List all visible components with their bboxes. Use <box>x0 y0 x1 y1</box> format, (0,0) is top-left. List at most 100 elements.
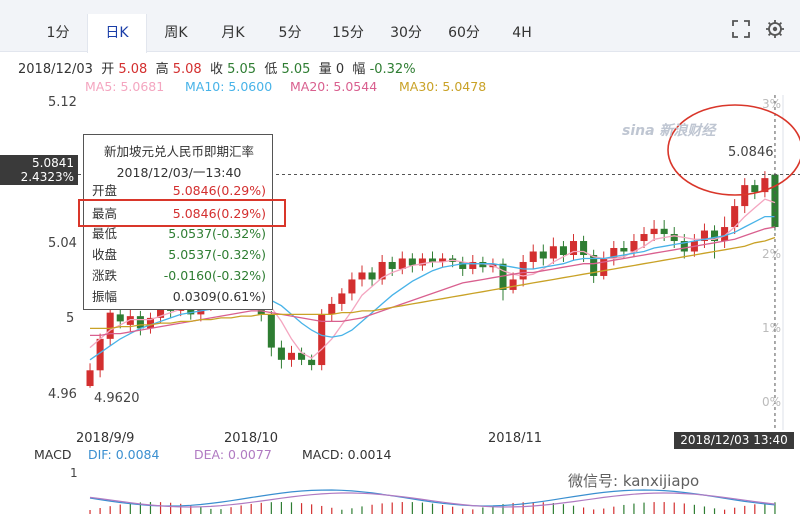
candle-body <box>529 251 537 262</box>
last-price-label: 5.0846 <box>728 145 774 160</box>
tab-weekly-k[interactable]: 周K <box>148 14 204 52</box>
candle-body <box>348 279 356 294</box>
candle-body <box>549 246 557 259</box>
wechat-watermark: 微信号: kanxijiapo <box>568 472 700 490</box>
tooltip-row-change: 涨跌 -0.0160(-0.32%) <box>92 266 268 286</box>
candle-body <box>287 352 296 360</box>
candle-body <box>650 228 658 235</box>
candle-body <box>620 248 628 252</box>
macd-dea: DEA: 0.0077 <box>194 447 272 462</box>
candle-body <box>388 261 396 269</box>
candle-body <box>338 293 346 304</box>
crosshair-price-tag: 5.0841 2.4323% <box>0 155 78 185</box>
x-tick-label: 2018/10 <box>224 431 279 446</box>
ma10-legend: MA10: 5.0600 <box>185 79 273 94</box>
candle-body <box>751 185 759 193</box>
info-high-label: 高 <box>155 62 169 77</box>
y-tick-label: 5 <box>66 311 75 326</box>
y-tick-label: 5.12 <box>48 95 77 110</box>
tooltip-row-label: 振幅 <box>92 289 118 304</box>
tooltip-row-label: 收盘 <box>92 247 118 262</box>
tooltip-row-close: 收盘 5.0537(-0.32%) <box>92 245 268 265</box>
settings-icon[interactable] <box>764 18 786 40</box>
tab-60min[interactable]: 60分 <box>436 14 492 52</box>
candle-body <box>509 279 517 290</box>
candle-body <box>328 303 336 315</box>
candle-body <box>136 316 144 329</box>
candle-body <box>86 370 94 387</box>
macd-dif-line <box>89 489 776 507</box>
candle-body <box>539 251 547 259</box>
info-close-value: 5.05 <box>227 62 257 77</box>
candle-body <box>559 246 567 255</box>
candle-body <box>106 312 114 339</box>
tooltip-row-label: 最低 <box>92 226 118 241</box>
candle-body <box>398 258 406 269</box>
candle-body <box>519 261 527 280</box>
pct-tick-label: 2% <box>762 247 782 261</box>
ma5-legend: MA5: 5.0681 <box>85 79 165 94</box>
tooltip-row-label: 开盘 <box>92 183 118 198</box>
pct-tick-label: 0% <box>762 395 782 409</box>
candle-body <box>741 185 749 207</box>
tooltip-row-value: 0.0309(0.61%) <box>172 289 266 304</box>
y-tick-label: 5.04 <box>48 236 77 251</box>
info-open-value: 5.08 <box>118 62 148 77</box>
tooltip-row-value: 5.0846(0.29%) <box>172 183 266 198</box>
candle-body <box>267 314 275 348</box>
period-tab-bar: 1分 日K 周K 月K 5分 15分 30分 60分 4H <box>0 0 800 53</box>
pct-tick-label: 3% <box>762 97 782 111</box>
tooltip-instrument-name: 新加坡元兑人民币即期汇率 <box>103 144 254 159</box>
crosshair-price: 5.0841 <box>32 156 74 170</box>
sina-watermark: sina 新浪财经 <box>622 123 716 139</box>
tooltip-row-amplitude: 振幅 0.0309(0.61%) <box>92 287 268 307</box>
tooltip-row-low: 最低 5.0537(-0.32%) <box>92 224 268 244</box>
tab-daily-k[interactable]: 日K <box>87 14 147 53</box>
info-volume-label: 量 <box>318 62 332 77</box>
ma30-legend: MA30: 5.0478 <box>399 79 487 94</box>
macd-dif: DIF: 0.0084 <box>88 447 160 462</box>
tooltip-row-value: 5.0537(-0.32%) <box>168 247 266 262</box>
tooltip-time: 2018/12/03/一13:40 <box>116 165 242 180</box>
info-low-label: 低 <box>264 62 278 77</box>
info-amplitude-value: -0.32% <box>369 62 416 77</box>
candle-body <box>277 347 285 360</box>
macd-value: MACD: 0.0014 <box>302 447 392 462</box>
info-low-value: 5.05 <box>281 62 311 77</box>
x-tick-label: 2018/9/9 <box>76 431 135 446</box>
ohlc-info-line: 2018/12/03 开 5.08 高 5.08 收 5.05 低 5.05 量… <box>18 58 416 77</box>
candle-body <box>358 272 366 280</box>
tooltip-row-value: -0.0160(-0.32%) <box>163 268 266 283</box>
info-open-label: 开 <box>101 62 115 77</box>
candle-body <box>670 234 678 242</box>
candle-body <box>660 228 668 235</box>
x-tick-label: 2018/11 <box>488 431 543 446</box>
tooltip-row-label: 涨跌 <box>92 268 118 283</box>
pct-tick-label: 1% <box>762 321 782 335</box>
tab-monthly-k[interactable]: 月K <box>205 14 261 52</box>
ma20-legend: MA20: 5.0544 <box>290 79 378 94</box>
info-high-value: 5.08 <box>172 62 202 77</box>
candle-body <box>640 234 648 242</box>
candle-body <box>771 174 779 228</box>
tab-30min[interactable]: 30分 <box>378 14 434 52</box>
info-date: 2018/12/03 <box>18 62 93 77</box>
macd-title: MACD <box>34 447 72 462</box>
info-close-label: 收 <box>209 62 223 77</box>
tab-1min[interactable]: 1分 <box>30 14 86 52</box>
y-tick-label: 4.96 <box>48 387 77 402</box>
candle-body <box>368 272 376 280</box>
info-volume-value: 0 <box>335 62 345 77</box>
candle-body <box>116 314 124 322</box>
info-amplitude-label: 幅 <box>352 62 366 77</box>
tab-5min[interactable]: 5分 <box>262 14 318 52</box>
tooltip-row-open: 开盘 5.0846(0.29%) <box>92 181 268 201</box>
tooltip-row-value: 5.0537(-0.32%) <box>168 226 266 241</box>
tab-15min[interactable]: 15分 <box>320 14 376 52</box>
low-price-label: 4.9620 <box>94 391 140 406</box>
crosshair-date-tag: 2018/12/03 13:40 <box>674 432 794 449</box>
tab-4h[interactable]: 4H <box>494 14 550 52</box>
candle-body <box>308 359 316 366</box>
fullscreen-icon[interactable] <box>730 18 752 40</box>
crosshair-pct: 2.4323% <box>20 170 74 184</box>
